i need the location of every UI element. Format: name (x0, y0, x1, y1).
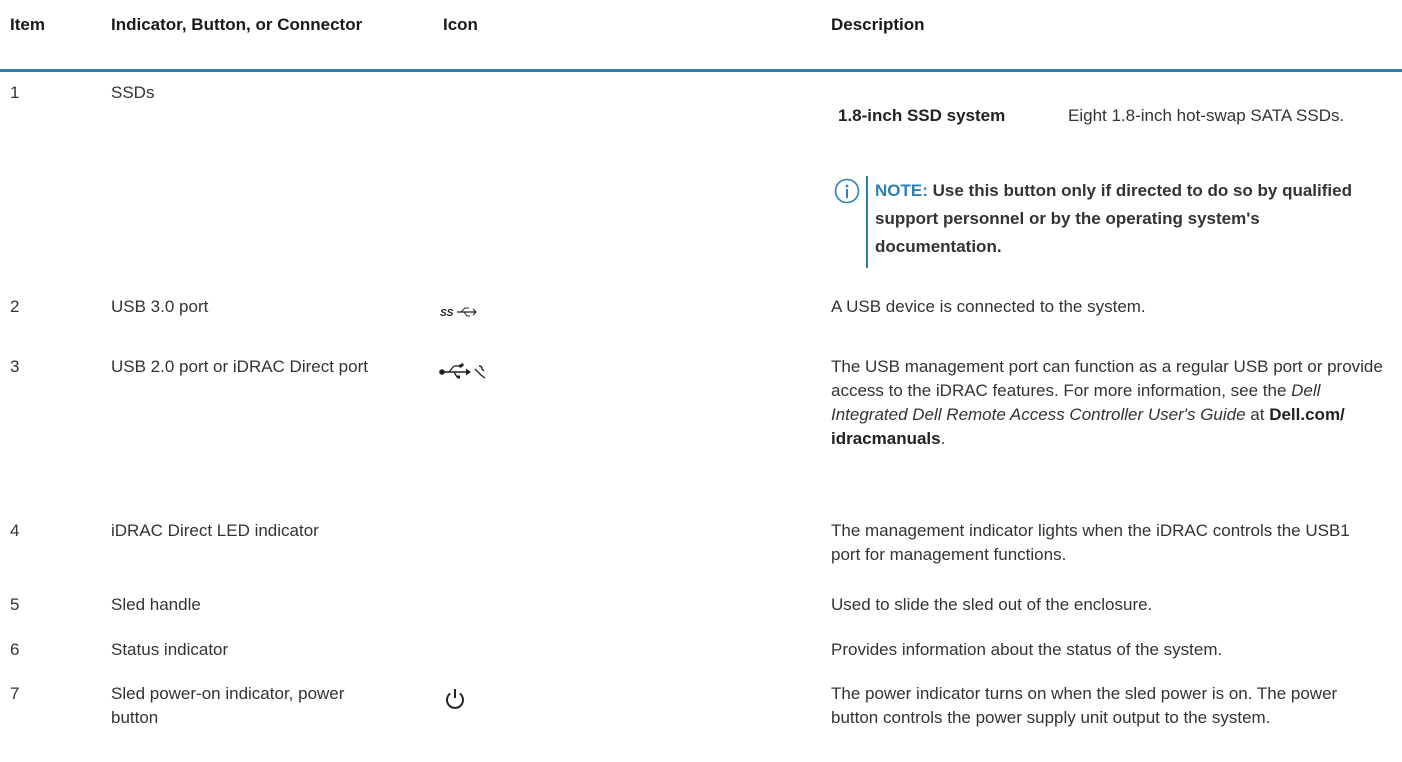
row-3-item: 3 (10, 357, 20, 376)
row-4-description: The management indicator lights when the… (831, 521, 1350, 564)
row-7-item: 7 (10, 684, 20, 703)
row-7-description: The power indicator turns on when the sl… (831, 684, 1338, 727)
row-1-item: 1 (10, 83, 20, 102)
note-rule (866, 176, 868, 268)
header-description: Description (831, 15, 925, 34)
row-7-name: Sled power-on indicator, power button (111, 684, 345, 727)
row-2-item: 2 (10, 297, 20, 316)
row-5-description: Used to slide the sled out of the enclos… (831, 595, 1153, 614)
row-6-name: Status indicator (111, 640, 229, 659)
row-2-description: A USB device is connected to the system. (831, 297, 1146, 316)
header-item: Item (10, 15, 45, 34)
row-4-name: iDRAC Direct LED indicator (111, 521, 319, 540)
row-1-sub-text: Eight 1.8-inch hot-swap SATA SSDs. (1068, 106, 1345, 125)
usb-management-icon (438, 360, 488, 382)
row-3-desc-at: at (1245, 405, 1270, 424)
header-icon: Icon (443, 15, 478, 34)
header-rule (0, 69, 1402, 72)
power-icon (443, 686, 467, 710)
note-label: NOTE: (875, 181, 928, 200)
row-2-name: USB 3.0 port (111, 297, 209, 316)
row-3-desc-end: . (940, 429, 946, 448)
row-6-item: 6 (10, 640, 20, 659)
usb-3-ss-icon: SS (440, 304, 480, 320)
row-5-item: 5 (10, 595, 20, 614)
note-text: NOTE: Use this button only if directed t… (875, 177, 1385, 261)
header-indicator: Indicator, Button, or Connector (111, 15, 363, 34)
note-body: Use this button only if directed to do s… (875, 181, 1352, 256)
row-3-description: The USB management port can function as … (831, 355, 1386, 451)
row-6-description: Provides information about the status of… (831, 640, 1223, 659)
row-1-sub-term: 1.8-inch SSD system (838, 106, 1006, 125)
row-5-name: Sled handle (111, 595, 201, 614)
row-1-name: SSDs (111, 83, 155, 102)
row-3-name: USB 2.0 port or iDRAC Direct port (111, 357, 368, 376)
row-4-item: 4 (10, 521, 20, 540)
info-icon (834, 178, 860, 204)
svg-text:SS: SS (440, 308, 454, 319)
